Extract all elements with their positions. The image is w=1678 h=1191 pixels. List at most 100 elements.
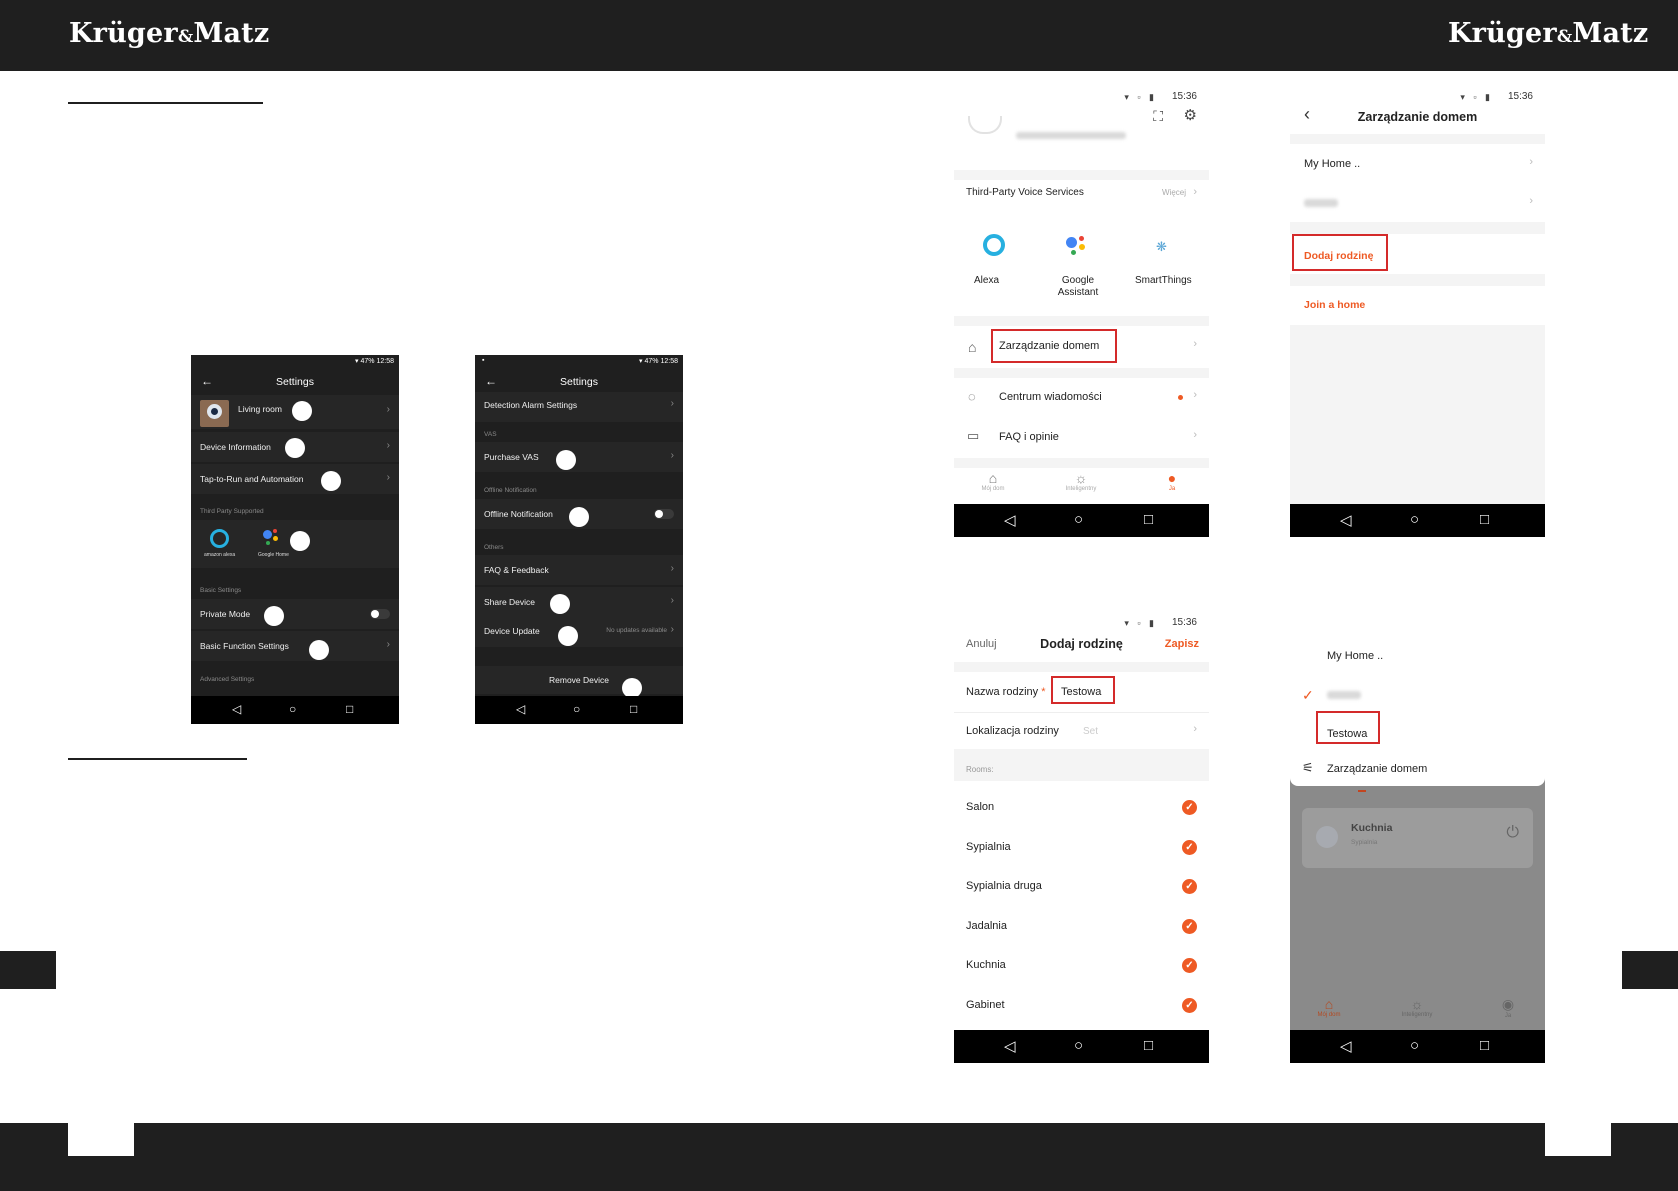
screen-title: Settings bbox=[276, 376, 314, 388]
nav-home-icon[interactable]: ○ bbox=[573, 702, 580, 716]
nav-recent-icon[interactable]: □ bbox=[346, 702, 353, 716]
room-row[interactable]: Gabinet ✓ bbox=[954, 989, 1209, 1021]
room-row[interactable]: Sypialnia ✓ bbox=[954, 831, 1209, 863]
avatar[interactable] bbox=[968, 116, 1002, 134]
message-icon: ◌ bbox=[968, 389, 976, 404]
chevron-right-icon: › bbox=[1529, 195, 1533, 207]
device-card[interactable]: Kuchnia Sypialnia ⏻ bbox=[1302, 808, 1533, 868]
callout-marker bbox=[285, 438, 305, 458]
menu-row-faq[interactable]: ▭ FAQ i opinie › bbox=[954, 420, 1209, 456]
chevron-right-icon: › bbox=[670, 450, 674, 461]
settings-screenshot-2: ▪ ▾ 47% 12:58 ← Settings Detection Alarm… bbox=[475, 355, 683, 724]
callout-marker bbox=[556, 450, 576, 470]
section-rule-bottom bbox=[68, 758, 247, 760]
settings-row-device-update[interactable]: Device Update No updates available › bbox=[475, 617, 683, 647]
google-assistant-icon[interactable] bbox=[1066, 236, 1090, 258]
dropdown-item-manage[interactable]: ⚟ Zarządzanie domem bbox=[1290, 755, 1545, 785]
blurred-home-name bbox=[1304, 199, 1338, 207]
chevron-right-icon: › bbox=[386, 472, 390, 483]
tab-me[interactable]: ● Ja bbox=[1154, 470, 1190, 492]
nav-recent-icon[interactable]: □ bbox=[1480, 1037, 1489, 1054]
bottom-tab-bar: ⌂ Mój dom ☼ Inteligentny ● Ja bbox=[954, 470, 1209, 504]
check-icon[interactable]: ✓ bbox=[1182, 919, 1197, 934]
callout-marker bbox=[550, 594, 570, 614]
nav-recent-icon[interactable]: □ bbox=[630, 702, 637, 716]
private-mode-toggle[interactable] bbox=[370, 609, 390, 619]
remove-device-button[interactable]: Remove Device bbox=[475, 666, 683, 694]
nav-back-icon[interactable]: ◁ bbox=[1004, 1037, 1016, 1055]
tab-me[interactable]: ◉ Ja bbox=[1490, 996, 1526, 1019]
nav-recent-icon[interactable]: □ bbox=[1144, 511, 1153, 528]
settings-row-faq[interactable]: FAQ & Feedback › bbox=[475, 555, 683, 585]
tab-my-home[interactable]: ⌂ Mój dom bbox=[1308, 996, 1350, 1018]
notification-icon: ▪ bbox=[482, 357, 485, 364]
home-row-second[interactable]: › bbox=[1290, 185, 1545, 221]
callout-marker bbox=[558, 626, 578, 646]
join-home-button[interactable]: Join a home bbox=[1290, 288, 1545, 322]
status-icons: ▾ ▫ ▮ bbox=[1124, 92, 1157, 102]
settings-row-private-mode[interactable]: Private Mode bbox=[191, 599, 399, 629]
dropdown-item-my-home[interactable]: My Home .. bbox=[1290, 638, 1545, 672]
settings-row-detection-alarm[interactable]: Detection Alarm Settings › bbox=[475, 392, 683, 422]
room-row[interactable]: Salon ✓ bbox=[954, 791, 1209, 823]
chevron-right-icon: › bbox=[1193, 338, 1197, 350]
dropdown-item-selected-home[interactable]: ✓ bbox=[1290, 678, 1545, 712]
settings-gear-icon[interactable]: ⚙ bbox=[1184, 106, 1197, 124]
nav-home-icon[interactable]: ○ bbox=[1410, 1037, 1419, 1054]
room-row[interactable]: Kuchnia ✓ bbox=[954, 949, 1209, 981]
nav-back-icon[interactable]: ◁ bbox=[232, 702, 241, 716]
nav-home-icon[interactable]: ○ bbox=[1074, 1037, 1083, 1054]
settings-row-tap-to-run[interactable]: Tap-to-Run and Automation › bbox=[191, 464, 399, 494]
home-management-screenshot: ▾ ▫ ▮ 15:36 ‹ Zarządzanie domem My Home .… bbox=[1290, 82, 1545, 537]
blurred-username bbox=[1016, 132, 1126, 139]
check-icon[interactable]: ✓ bbox=[1182, 800, 1197, 815]
nav-back-icon[interactable]: ◁ bbox=[1340, 511, 1352, 529]
voice-services-header[interactable]: Third-Party Voice Services Więcej › bbox=[954, 182, 1209, 204]
tab-smart[interactable]: ☼ Inteligentny bbox=[1058, 470, 1104, 492]
nav-home-icon[interactable]: ○ bbox=[1074, 511, 1083, 528]
chevron-right-icon: › bbox=[1193, 429, 1197, 441]
check-icon[interactable]: ✓ bbox=[1182, 840, 1197, 855]
alexa-icon[interactable] bbox=[210, 529, 229, 548]
nav-back-icon[interactable]: ◁ bbox=[516, 702, 525, 716]
tab-smart[interactable]: ☼ Inteligentny bbox=[1394, 996, 1440, 1018]
check-icon[interactable]: ✓ bbox=[1182, 998, 1197, 1013]
status-bar: ▪ ▾ 47% 12:58 bbox=[482, 357, 678, 365]
nav-back-icon[interactable]: ◁ bbox=[1004, 511, 1016, 529]
nav-back-icon[interactable]: ◁ bbox=[1340, 1037, 1352, 1055]
wifi-icon: ▾ bbox=[639, 358, 643, 365]
brand-logo-right: Krüger&Matz bbox=[1448, 18, 1649, 49]
nav-recent-icon[interactable]: □ bbox=[1144, 1037, 1153, 1054]
room-row[interactable]: Jadalnia ✓ bbox=[954, 910, 1209, 942]
status-bar: ▾ ▫ ▮ 15:36 bbox=[1460, 91, 1533, 102]
screen-title: Zarządzanie domem bbox=[1357, 110, 1478, 124]
tab-my-home[interactable]: ⌂ Mój dom bbox=[972, 470, 1014, 492]
status-bar: ▾ ▫ ▮ 15:36 bbox=[1124, 91, 1197, 102]
chevron-right-icon: › bbox=[1193, 389, 1197, 401]
device-icon bbox=[1316, 826, 1338, 848]
nav-recent-icon[interactable]: □ bbox=[1480, 511, 1489, 528]
family-location-row[interactable]: Lokalizacja rodziny Set › bbox=[954, 712, 1209, 749]
google-assistant-icon[interactable] bbox=[263, 528, 285, 548]
settings-row-purchase-vas[interactable]: Purchase VAS › bbox=[475, 442, 683, 472]
screen-title: Settings bbox=[560, 376, 598, 388]
home-switch-screenshot: My Home .. ✓ Testowa ⚟ Zarządzanie domem… bbox=[1290, 608, 1545, 1063]
offline-notification-toggle[interactable] bbox=[654, 509, 674, 519]
nav-home-icon[interactable]: ○ bbox=[289, 702, 296, 716]
smartthings-icon[interactable]: ❋ bbox=[1156, 239, 1167, 255]
nav-home-icon[interactable]: ○ bbox=[1410, 511, 1419, 528]
home-dropdown-menu: My Home .. ✓ Testowa ⚟ Zarządzanie domem bbox=[1290, 608, 1545, 786]
check-icon[interactable]: ✓ bbox=[1182, 958, 1197, 973]
home-row-my-home[interactable]: My Home .. › bbox=[1290, 146, 1545, 182]
menu-row-messages[interactable]: ◌ Centrum wiadomości › bbox=[954, 380, 1209, 416]
alexa-icon[interactable] bbox=[983, 234, 1005, 256]
settings-row-basic-function[interactable]: Basic Function Settings › bbox=[191, 631, 399, 661]
room-row[interactable]: Sypialnia druga ✓ bbox=[954, 870, 1209, 902]
power-icon[interactable]: ⏻ bbox=[1506, 824, 1519, 842]
save-button[interactable]: Zapisz bbox=[1165, 638, 1199, 650]
sun-icon: ☼ bbox=[1410, 996, 1424, 1012]
bottom-tab-bar: ⌂ Mój dom ☼ Inteligentny ◉ Ja bbox=[1290, 996, 1545, 1030]
settings-row-share-device[interactable]: Share Device › bbox=[475, 587, 683, 617]
scan-icon[interactable]: ⛶ bbox=[1153, 108, 1163, 125]
check-icon[interactable]: ✓ bbox=[1182, 879, 1197, 894]
